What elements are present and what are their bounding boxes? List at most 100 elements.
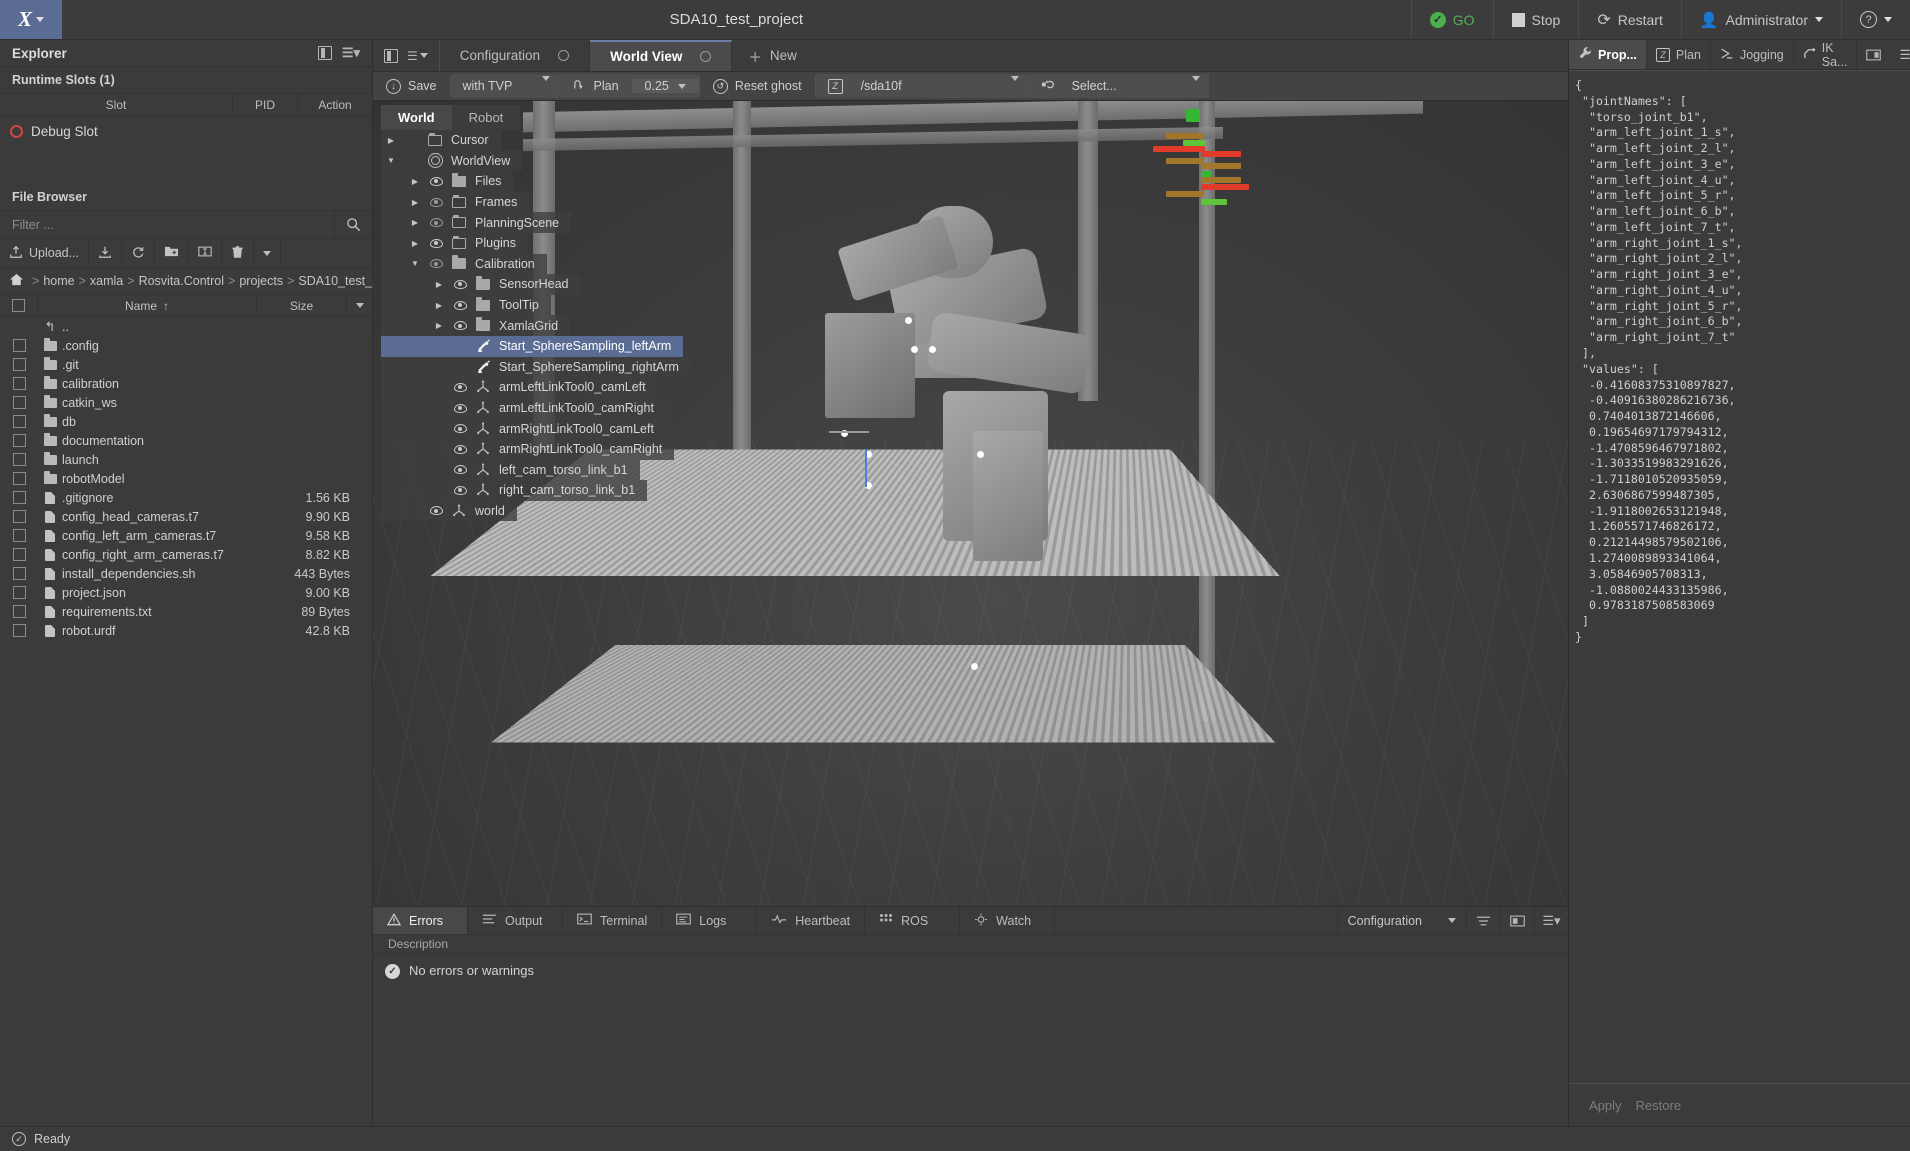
xamla-logo-button[interactable]: X [0,0,62,39]
world-tree-item[interactable]: ▶ PlanningScene [381,212,572,233]
home-icon[interactable] [9,273,24,289]
eye-icon[interactable] [425,197,447,207]
bottom-config-select[interactable]: Configuration [1336,907,1466,934]
breadcrumb-item-rosvita[interactable]: Rosvita.Control [139,274,224,288]
world-tree-item[interactable]: right_cam_torso_link_b1 [381,480,648,501]
row-checkbox[interactable] [0,396,38,409]
world-tree-item[interactable]: armLeftLinkTool0_camLeft [381,377,658,398]
tab-errors[interactable]: Errors [373,907,468,934]
table-row[interactable]: Debug Slot [0,116,372,146]
chevron-down-icon[interactable]: ▼ [381,156,401,165]
filter-input[interactable] [0,217,334,232]
eye-icon[interactable] [425,259,447,269]
panel-layout-icon[interactable] [1857,40,1890,69]
search-icon[interactable] [334,210,372,239]
row-checkbox[interactable] [0,491,38,504]
new-folder-button[interactable] [155,239,190,267]
new-tab-button[interactable]: ＋ New [732,40,813,71]
world-tree-item[interactable]: ▼ Calibration [381,253,547,275]
refresh-button[interactable] [122,239,156,267]
restore-button[interactable]: Restore [1636,1098,1682,1113]
row-checkbox[interactable] [0,472,38,485]
eye-icon[interactable] [449,382,471,392]
delete-button[interactable] [222,239,255,267]
row-checkbox[interactable] [0,605,38,618]
chevron-right-icon[interactable]: ▶ [381,136,401,145]
row-checkbox[interactable] [0,586,38,599]
list-item[interactable]: project.json 9.00 KB [0,583,372,602]
world-tree-item[interactable]: ▶ SensorHead [381,274,581,295]
world-tree-item[interactable]: ▶ ToolTip [381,294,551,316]
eye-icon[interactable] [449,424,471,434]
breadcrumb-item-home[interactable]: home [43,274,74,288]
tab-configuration[interactable]: Configuration [440,40,591,71]
chevron-right-icon[interactable]: ▶ [405,218,425,227]
eye-icon[interactable] [449,279,471,289]
world-tree-item[interactable]: ▶ Frames [381,191,530,213]
list-item[interactable]: install_dependencies.sh 443 Bytes [0,564,372,583]
breadcrumb-item-projects[interactable]: projects [239,274,283,288]
list-item[interactable]: ↰.. [0,317,372,336]
row-checkbox[interactable] [0,453,38,466]
list-item[interactable]: .gitignore 1.56 KB [0,488,372,507]
plan-speed-select[interactable]: 0.25 [631,79,699,93]
tab-jogging[interactable]: Jogging [1711,40,1794,69]
world-tree-item[interactable]: world [381,500,517,522]
list-item[interactable]: robot.urdf 42.8 KB [0,621,372,640]
chevron-down-icon[interactable]: ▼ [405,259,425,268]
plan-button[interactable]: Plan [560,79,632,94]
chevron-right-icon[interactable]: ▶ [429,321,449,330]
row-checkbox[interactable] [0,567,38,580]
restart-button[interactable]: ⟳ Restart [1578,0,1681,39]
eye-icon[interactable] [449,444,471,454]
col-size-header[interactable]: Size [257,295,347,316]
maximize-panel-icon[interactable] [1500,907,1534,934]
tab-properties[interactable]: Prop... [1569,40,1647,69]
toggle-sidebar-icon[interactable] [384,48,398,63]
tab-heartbeat[interactable]: Heartbeat [757,907,866,934]
row-checkbox[interactable] [0,377,38,390]
tab-ik-sampling[interactable]: IK Sa... [1794,40,1858,69]
bottom-panel-menu-icon[interactable]: ☰▾ [1534,907,1568,934]
list-item[interactable]: config_right_arm_cameras.t7 8.82 KB [0,545,372,564]
eye-icon[interactable] [449,321,471,331]
tab-list-icon[interactable]: ☰ [407,49,428,63]
eye-icon[interactable] [449,300,471,310]
rename-button[interactable] [189,239,223,267]
world-tree-item[interactable]: ▶ Files [381,171,514,192]
tab-logs[interactable]: Logs [662,907,758,934]
list-item[interactable]: config_left_arm_cameras.t7 9.58 KB [0,526,372,545]
chevron-right-icon[interactable]: ▶ [405,177,425,186]
tab-robot[interactable]: Robot [451,105,521,130]
upload-button[interactable]: Upload... [0,239,90,267]
list-item[interactable]: robotModel [0,469,372,488]
row-checkbox[interactable] [0,358,38,371]
close-tab-icon[interactable] [700,51,712,62]
world-tree-item[interactable]: ▶ Plugins [381,232,528,254]
help-menu-button[interactable]: ? [1841,0,1910,39]
move-group-select[interactable]: Select... [1028,74,1209,98]
eye-icon[interactable] [449,485,471,495]
row-checkbox[interactable] [0,624,38,637]
world-tree-item[interactable]: Start_SphereSampling_rightArm [381,356,691,378]
user-menu-button[interactable]: 👤 Administrator [1680,0,1841,39]
tab-terminal[interactable]: Terminal [563,907,663,934]
apply-button[interactable]: Apply [1589,1098,1622,1113]
row-checkbox[interactable] [0,510,38,523]
world-tree-item[interactable]: ▶ Cursor [381,130,501,151]
tab-ros[interactable]: ROS [865,907,961,934]
reset-ghost-button[interactable]: ↺ Reset ghost [700,72,815,100]
list-item[interactable]: config_head_cameras.t7 9.90 KB [0,507,372,526]
col-name-header[interactable]: Name ↑ [38,295,257,316]
eye-icon[interactable] [425,238,447,248]
world-tree-item[interactable]: armRightLinkTool0_camRight [381,438,675,460]
row-checkbox[interactable] [0,434,38,447]
more-options-button[interactable] [254,239,282,267]
row-checkbox[interactable] [0,529,38,542]
collapse-panel-icon[interactable] [317,46,332,60]
eye-icon[interactable] [425,506,447,516]
chevron-right-icon[interactable]: ▶ [405,239,425,248]
world-tree-item[interactable]: armLeftLinkTool0_camRight [381,397,666,419]
list-item[interactable]: requirements.txt 89 Bytes [0,602,372,621]
close-tab-icon[interactable] [558,50,570,61]
